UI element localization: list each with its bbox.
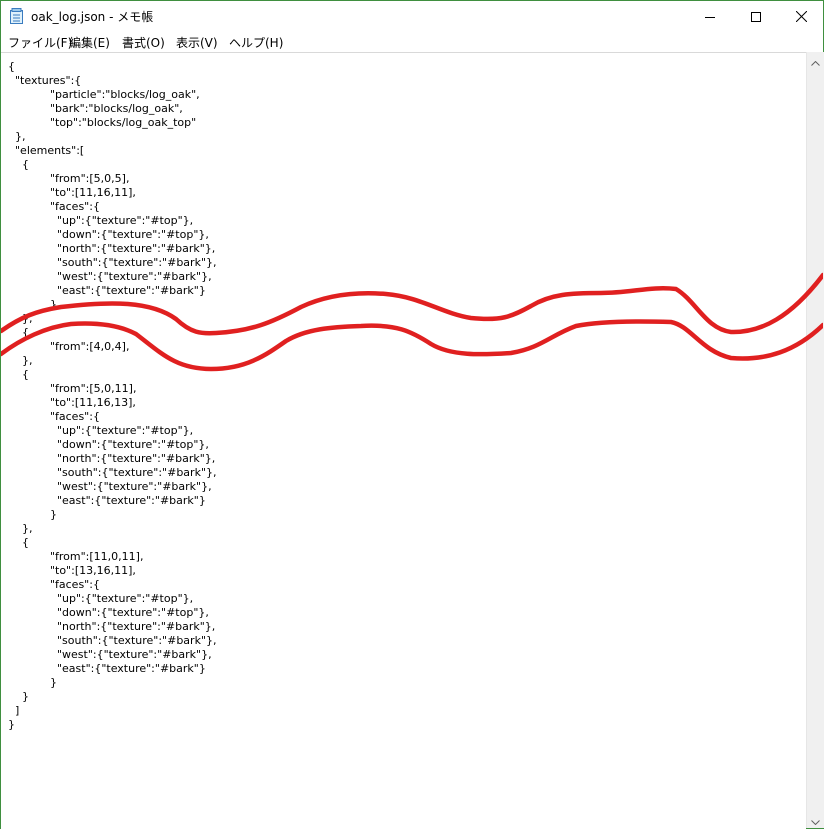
code-line: { <box>8 368 29 381</box>
scroll-down-button[interactable] <box>807 811 824 828</box>
code-line: }, <box>8 522 33 535</box>
code-line: "south":{"texture":"#bark"}, <box>8 256 217 269</box>
code-line: } <box>8 718 15 731</box>
code-line: "elements":[ <box>8 144 85 157</box>
code-line: "bark":"blocks/log_oak", <box>8 102 183 115</box>
text-editor[interactable]: { "textures":{ "particle":"blocks/log_oa… <box>1 52 806 829</box>
code-line: } <box>8 676 57 689</box>
minimize-icon <box>705 7 715 26</box>
minimize-button[interactable] <box>687 1 733 31</box>
code-line: "to":[11,16,11], <box>8 186 136 199</box>
code-line: "east":{"texture":"#bark"} <box>8 494 206 507</box>
menu-file[interactable]: ファイル(F) <box>8 34 72 51</box>
menu-edit[interactable]: 編集(E) <box>69 34 110 51</box>
code-line: "east":{"texture":"#bark"} <box>8 284 206 297</box>
code-line: "to":[11,16,13], <box>8 396 136 409</box>
code-line: { <box>8 60 15 73</box>
code-line: "down":{"texture":"#top"}, <box>8 606 209 619</box>
code-line: "west":{"texture":"#bark"}, <box>8 480 212 493</box>
code-line: "to":[13,16,11], <box>8 564 136 577</box>
code-line: "east":{"texture":"#bark"} <box>8 662 206 675</box>
close-button[interactable] <box>778 1 824 31</box>
notepad-icon <box>10 8 24 24</box>
code-line: "west":{"texture":"#bark"}, <box>8 270 212 283</box>
code-line: "textures":{ <box>8 74 82 87</box>
code-line: "down":{"texture":"#top"}, <box>8 438 209 451</box>
code-line: "south":{"texture":"#bark"}, <box>8 634 217 647</box>
code-line: } <box>8 508 57 521</box>
code-line: "faces":{ <box>8 410 100 423</box>
title-bar[interactable]: oak_log.json - メモ帳 <box>1 1 823 31</box>
code-line: { <box>8 158 29 171</box>
code-line: { <box>8 326 29 339</box>
menu-bar: ファイル(F) 編集(E) 書式(O) 表示(V) ヘルプ(H) <box>1 31 823 51</box>
code-line: "up":{"texture":"#top"}, <box>8 592 194 605</box>
code-line: "faces":{ <box>8 200 100 213</box>
code-line: { <box>8 536 29 549</box>
code-line: }, <box>8 354 33 367</box>
code-line: "north":{"texture":"#bark"}, <box>8 620 216 633</box>
code-line: "west":{"texture":"#bark"}, <box>8 648 212 661</box>
code-line: "north":{"texture":"#bark"}, <box>8 452 216 465</box>
menu-help[interactable]: ヘルプ(H) <box>229 34 283 51</box>
close-icon <box>795 7 807 26</box>
window-title: oak_log.json - メモ帳 <box>31 10 154 24</box>
code-line: "up":{"texture":"#top"}, <box>8 424 194 437</box>
code-line: }, <box>8 312 33 325</box>
maximize-button[interactable] <box>733 1 779 31</box>
code-line: "from":[11,0,11], <box>8 550 144 563</box>
menu-format[interactable]: 書式(O) <box>122 34 165 51</box>
code-line: "down":{"texture":"#top"}, <box>8 228 209 241</box>
code-line: "particle":"blocks/log_oak", <box>8 88 200 101</box>
scroll-up-button[interactable] <box>807 52 824 69</box>
menu-view[interactable]: 表示(V) <box>176 34 218 51</box>
vertical-scrollbar[interactable] <box>806 52 824 828</box>
code-line: "north":{"texture":"#bark"}, <box>8 242 216 255</box>
scroll-up-icon <box>811 51 820 70</box>
code-line: } <box>8 298 57 311</box>
code-line: "from":[4,0,4], <box>8 340 130 353</box>
maximize-icon <box>751 7 761 26</box>
code-line: "up":{"texture":"#top"}, <box>8 214 194 227</box>
code-line: }, <box>8 130 26 143</box>
code-line: "top":"blocks/log_oak_top" <box>8 116 197 129</box>
code-line: "from":[5,0,5], <box>8 172 130 185</box>
notepad-window: oak_log.json - メモ帳 ファイル(F) 編集(E) 書式(O) 表… <box>0 0 824 829</box>
code-line: ] <box>8 704 20 717</box>
code-line: "from":[5,0,11], <box>8 382 137 395</box>
code-line: "faces":{ <box>8 578 100 591</box>
scroll-down-icon <box>811 810 820 829</box>
code-line: "south":{"texture":"#bark"}, <box>8 466 217 479</box>
code-line: } <box>8 690 29 703</box>
